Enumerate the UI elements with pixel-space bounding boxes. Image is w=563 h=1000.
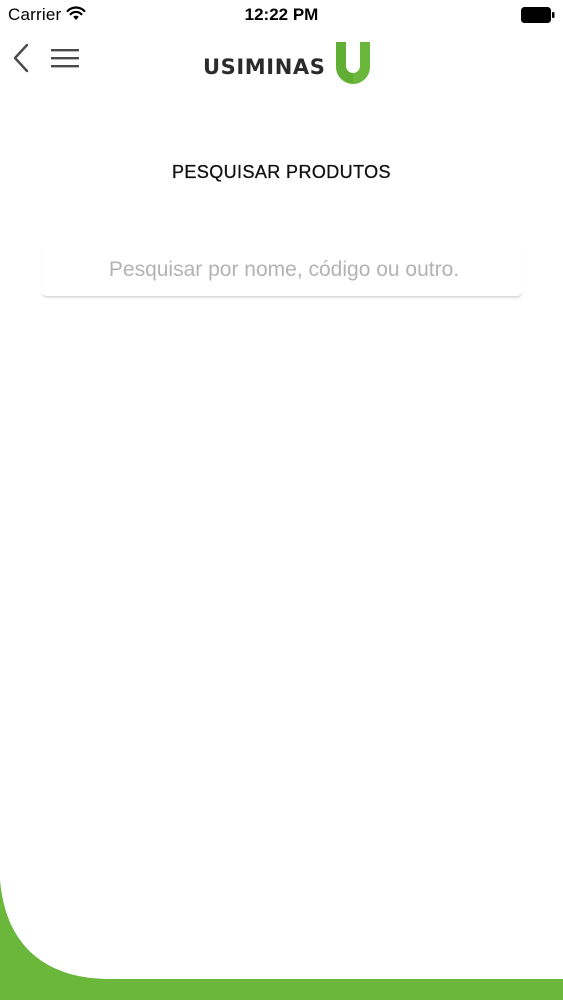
menu-button[interactable]: [46, 40, 84, 76]
hamburger-menu-icon: [51, 49, 79, 68]
app-screen: Carrier 12:22 PM USIMINAS PESQUISAR PROD…: [0, 0, 563, 1000]
status-time: 12:22 PM: [244, 5, 319, 24]
logo-u-mark: [336, 42, 371, 84]
battery-icon: [521, 7, 555, 23]
search-input[interactable]: [41, 244, 527, 296]
search-field: [41, 244, 527, 297]
page-title: PESQUISAR PRODUTOS: [172, 162, 391, 182]
back-button[interactable]: [4, 38, 38, 78]
usiminas-logo: USIMINAS: [203, 42, 372, 84]
logo-text: USIMINAS: [203, 55, 326, 79]
status-bar: Carrier 12:22 PM: [0, 0, 563, 30]
chevron-left-icon: [13, 43, 29, 73]
nav-bar: USIMINAS: [0, 30, 563, 90]
bottom-green-curve-decoration: [0, 880, 563, 1000]
